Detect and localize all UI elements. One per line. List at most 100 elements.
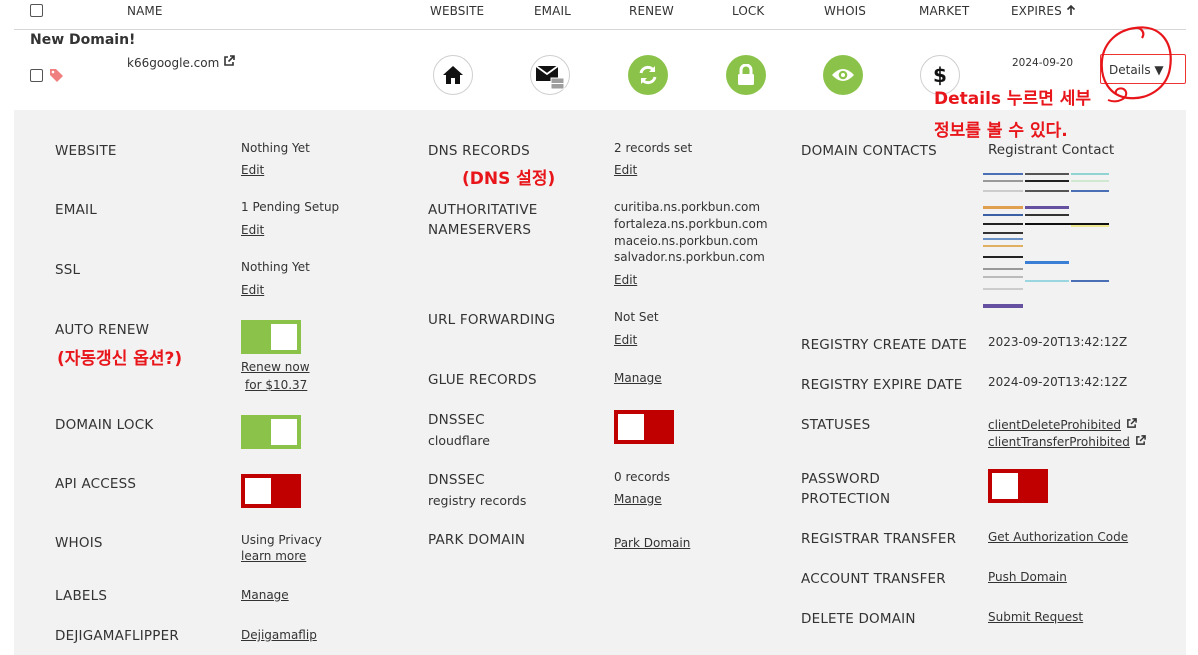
dnssec-registry-manage-link[interactable]: Manage <box>614 491 662 508</box>
domain-lock-label: DOMAIN LOCK <box>55 417 154 433</box>
labels-manage-link[interactable]: Manage <box>241 587 289 604</box>
delete-domain-label: DELETE DOMAIN <box>801 611 916 627</box>
toggle-knob <box>992 473 1018 499</box>
dns-records-value: 2 records set <box>614 141 693 155</box>
website-value: Nothing Yet <box>241 141 310 155</box>
expires-header-label: EXPIRES <box>1011 4 1062 18</box>
sort-up-arrow-icon <box>1066 4 1075 15</box>
annotation-details-note-line1: Details 누르면 세부 <box>934 89 1092 109</box>
get-authorization-code-link[interactable]: Get Authorization Code <box>988 529 1128 546</box>
annotation-autorenew-note: (자동갱신 옵션?) <box>57 349 183 369</box>
website-label: WEBSITE <box>55 143 117 159</box>
status-transfer-prohibited-link: clientTransferProhibited <box>988 435 1130 449</box>
statuses-label: STATUSES <box>801 417 871 433</box>
nameserver-1: curitiba.ns.porkbun.com <box>614 200 761 214</box>
nameservers-label-line2: NAMESERVERS <box>428 222 532 238</box>
lock-icon <box>738 64 754 85</box>
glue-records-label: GLUE RECORDS <box>428 372 537 388</box>
park-domain-label: PARK DOMAIN <box>428 532 526 548</box>
password-protection-label-line1: PASSWORD <box>801 471 881 487</box>
registrant-contact-heading: Registrant Contact <box>988 142 1115 158</box>
registrar-transfer-label: REGISTRAR TRANSFER <box>801 531 957 547</box>
password-protection-label-line2: PROTECTION <box>801 491 891 507</box>
lock-padlock-icon[interactable] <box>726 55 766 95</box>
renew-price-link[interactable]: for $10.37 <box>245 377 307 394</box>
dnssec-registry-sublabel: registry records <box>428 493 527 508</box>
tag-icon[interactable] <box>49 68 64 82</box>
registry-expire-date-value: 2024-09-20T13:42:12Z <box>988 375 1128 389</box>
column-header-whois[interactable]: WHOIS <box>824 4 866 18</box>
api-access-toggle[interactable] <box>241 474 301 508</box>
nameservers-edit-link[interactable]: Edit <box>614 272 637 289</box>
whois-label: WHOIS <box>55 535 103 551</box>
column-header-renew[interactable]: RENEW <box>629 4 674 18</box>
toggle-knob <box>271 324 297 350</box>
website-edit-link[interactable]: Edit <box>241 162 264 179</box>
domain-group-label: New Domain! <box>30 32 136 48</box>
registry-create-date-label: REGISTRY CREATE DATE <box>801 337 967 353</box>
website-home-icon[interactable] <box>433 55 473 95</box>
select-all-checkbox[interactable] <box>30 4 43 17</box>
park-domain-link[interactable]: Park Domain <box>614 535 690 552</box>
password-protection-toggle[interactable] <box>988 469 1048 503</box>
submit-request-link[interactable]: Submit Request <box>988 609 1083 626</box>
column-header-name[interactable]: NAME <box>127 4 163 18</box>
email-value: 1 Pending Setup <box>241 200 340 214</box>
push-domain-link[interactable]: Push Domain <box>988 569 1067 586</box>
column-header-website[interactable]: WEBSITE <box>430 4 484 18</box>
renew-sync-icon[interactable] <box>628 55 668 95</box>
domain-contacts-label: DOMAIN CONTACTS <box>801 143 937 159</box>
registry-expire-date-label: REGISTRY EXPIRE DATE <box>801 377 963 393</box>
ssl-edit-link[interactable]: Edit <box>241 282 264 299</box>
url-forwarding-edit-link[interactable]: Edit <box>614 332 637 349</box>
column-header-market[interactable]: MARKET <box>919 4 969 18</box>
domain-row-checkbox[interactable] <box>30 69 43 82</box>
glue-records-manage-link[interactable]: Manage <box>614 370 662 387</box>
dejigamaflip-link[interactable]: Dejigamaflip <box>241 627 317 644</box>
auto-renew-toggle[interactable] <box>241 320 301 354</box>
header-divider <box>14 29 1186 30</box>
status-delete-prohibited-link: clientDeleteProhibited <box>988 418 1122 432</box>
labels-label: LABELS <box>55 588 108 604</box>
external-link-icon <box>1136 435 1146 445</box>
whois-learn-more-link[interactable]: learn more <box>241 548 306 565</box>
nameserver-2: fortaleza.ns.porkbun.com <box>614 217 768 231</box>
email-edit-link[interactable]: Edit <box>241 222 264 239</box>
registry-create-date-value: 2023-09-20T13:42:12Z <box>988 335 1128 349</box>
ssl-label: SSL <box>55 262 81 278</box>
nameserver-3: maceio.ns.porkbun.com <box>614 234 759 248</box>
dnssec-cloudflare-toggle[interactable] <box>614 410 674 444</box>
dnssec-cloudflare-label: DNSSEC <box>428 412 485 428</box>
ssl-value: Nothing Yet <box>241 260 310 274</box>
renew-now-link[interactable]: Renew now <box>241 359 310 376</box>
whois-eye-icon[interactable] <box>823 55 863 95</box>
url-forwarding-value: Not Set <box>614 310 659 324</box>
home-icon <box>443 66 463 84</box>
whois-value: Using Privacy <box>241 533 322 547</box>
toggle-knob <box>618 414 644 440</box>
dnssec-registry-label: DNSSEC <box>428 472 485 488</box>
annotation-dns-note: (DNS 설정) <box>462 169 556 189</box>
column-header-email[interactable]: EMAIL <box>534 4 571 18</box>
domain-lock-toggle[interactable] <box>241 415 301 449</box>
domain-name-link[interactable]: k66google.com <box>127 55 235 70</box>
nameservers-label-line1: AUTHORITATIVE <box>428 202 538 218</box>
external-link-icon <box>224 55 235 66</box>
dns-records-edit-link[interactable]: Edit <box>614 162 637 179</box>
eye-icon <box>832 69 854 81</box>
toggle-knob <box>271 419 297 445</box>
status-transfer-prohibited[interactable]: clientTransferProhibited <box>988 431 1146 451</box>
email-envelope-icon[interactable] <box>530 55 570 95</box>
dejigamaflipper-label: DEJIGAMAFLIPPER <box>55 628 179 644</box>
annotation-details-note-line2: 정보를 볼 수 있다. <box>934 121 1068 141</box>
redacted-contact-info <box>983 168 1111 313</box>
dns-records-label: DNS RECORDS <box>428 143 530 159</box>
renew-icon <box>639 65 657 85</box>
column-header-expires[interactable]: EXPIRES <box>1011 4 1076 18</box>
email-label: EMAIL <box>55 202 97 218</box>
dnssec-registry-value: 0 records <box>614 470 671 484</box>
external-link-icon <box>1127 418 1137 428</box>
column-header-lock[interactable]: LOCK <box>732 4 764 18</box>
email-icon <box>535 65 565 90</box>
annotation-squiggle-icon <box>1107 87 1128 103</box>
